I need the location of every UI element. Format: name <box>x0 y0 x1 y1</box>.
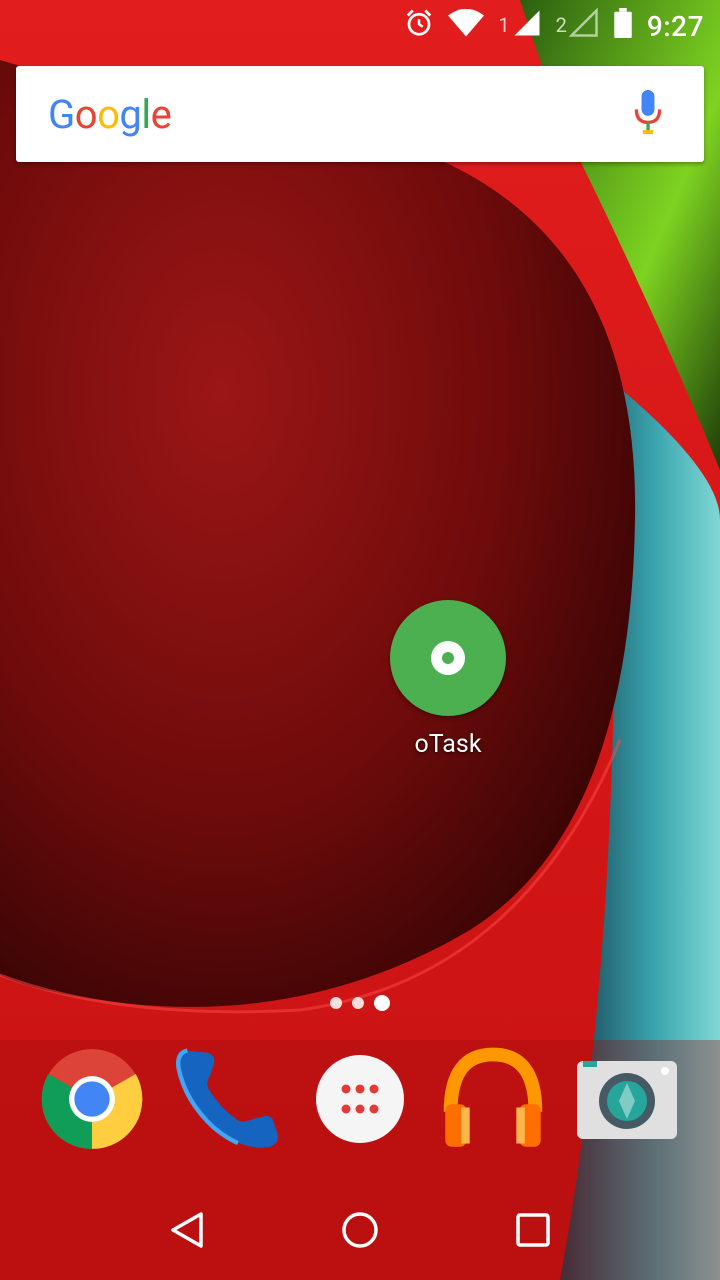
home-icon[interactable] <box>340 1210 380 1254</box>
google-logo[interactable]: Google <box>48 90 172 138</box>
dock <box>0 1046 720 1156</box>
sim1-label: 1 <box>498 12 510 37</box>
chrome-icon[interactable] <box>40 1047 144 1155</box>
dock-phone[interactable] <box>172 1046 282 1156</box>
google-logo-letter: e <box>150 90 172 138</box>
status-bar: 1 2 9:27 <box>0 0 720 52</box>
mic-icon[interactable] <box>632 90 664 138</box>
app-label: oTask <box>414 730 482 759</box>
page-dot <box>330 997 342 1009</box>
page-dot-active <box>374 995 390 1011</box>
navigation-bar <box>0 1184 720 1280</box>
sim1-signal: 1 <box>498 8 541 45</box>
app-drawer-icon[interactable] <box>315 1054 405 1148</box>
page-dot <box>352 997 364 1009</box>
page-indicator <box>0 995 720 1011</box>
phone-icon[interactable] <box>172 1044 282 1158</box>
otask-icon[interactable] <box>390 600 506 716</box>
back-button[interactable] <box>152 1197 222 1267</box>
home-button[interactable] <box>325 1197 395 1267</box>
recents-icon[interactable] <box>515 1212 551 1252</box>
google-search-bar[interactable]: Google <box>16 66 704 162</box>
battery-icon <box>613 7 633 45</box>
clock: 9:27 <box>646 9 704 43</box>
alarm-icon <box>404 8 434 45</box>
wifi-icon <box>448 8 485 44</box>
dock-app-drawer[interactable] <box>305 1046 415 1156</box>
back-icon[interactable] <box>167 1210 207 1254</box>
dock-chrome[interactable] <box>37 1046 147 1156</box>
camera-icon[interactable] <box>575 1057 679 1145</box>
dock-play-music[interactable] <box>438 1046 548 1156</box>
google-logo-letter: G <box>48 90 75 138</box>
headphones-icon[interactable] <box>440 1046 546 1156</box>
signal-icon <box>568 6 599 45</box>
dock-camera[interactable] <box>572 1046 682 1156</box>
sim2-label: 2 <box>555 12 567 37</box>
recents-button[interactable] <box>498 1197 568 1267</box>
google-logo-letter: g <box>119 90 142 138</box>
app-otask[interactable]: oTask <box>390 600 506 759</box>
google-logo-letter: o <box>97 90 120 138</box>
signal-icon <box>512 8 542 45</box>
sim2-signal: 2 <box>555 6 599 45</box>
google-logo-letter: o <box>74 90 98 138</box>
google-logo-letter: l <box>141 90 151 138</box>
